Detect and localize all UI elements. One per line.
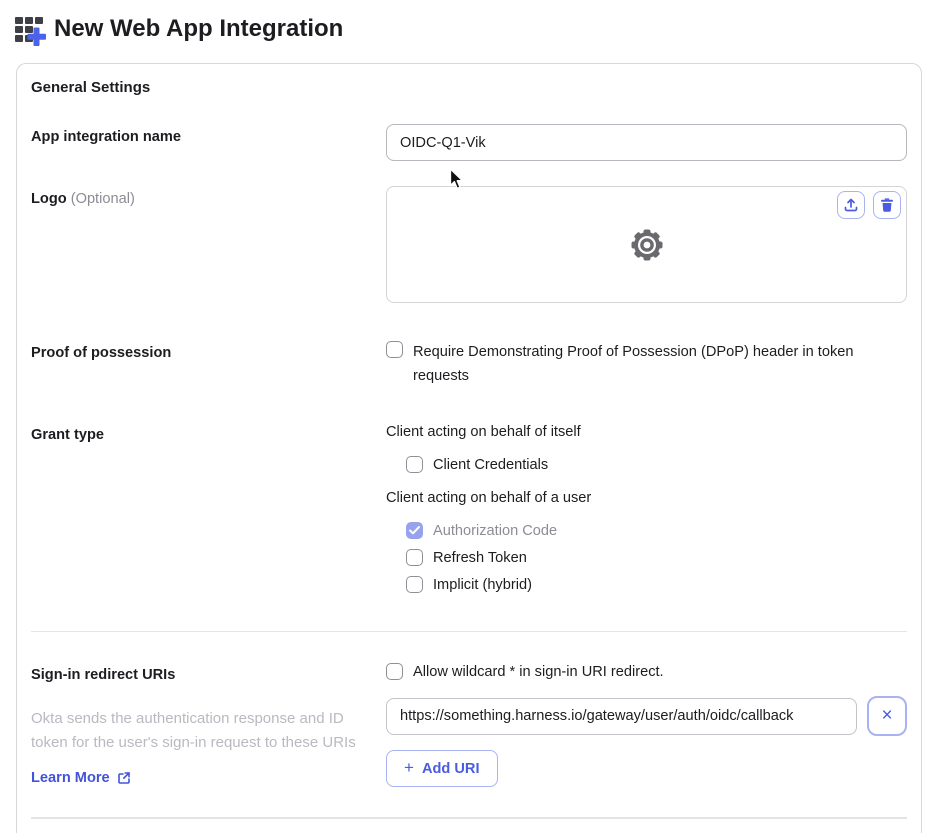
logo-upload-area[interactable] bbox=[386, 186, 907, 303]
grant-option-refresh-token[interactable]: Refresh Token bbox=[406, 548, 907, 568]
learn-more-label: Learn More bbox=[31, 770, 110, 786]
logo-label: Logo (Optional) bbox=[31, 191, 135, 207]
trash-icon bbox=[878, 196, 896, 214]
app-integration-name-input[interactable] bbox=[386, 124, 907, 161]
plus-icon: + bbox=[404, 758, 414, 777]
proof-of-possession-label: Proof of possession bbox=[31, 345, 172, 361]
redirect-uris-row: Sign-in redirect URIs Okta sends the aut… bbox=[31, 662, 907, 788]
proof-of-possession-row: Proof of possession Require Demonstratin… bbox=[31, 340, 907, 388]
checkmark-icon bbox=[409, 526, 420, 535]
close-icon: × bbox=[881, 704, 893, 726]
redirect-uris-left-col: Sign-in redirect URIs Okta sends the aut… bbox=[31, 662, 386, 788]
add-uri-label: Add URI bbox=[421, 760, 480, 777]
authorization-code-label: Authorization Code bbox=[433, 523, 558, 539]
grant-option-client-credentials[interactable]: Client Credentials bbox=[406, 455, 907, 475]
redirect-uri-item: × bbox=[386, 696, 907, 736]
grant-type-label: Grant type bbox=[31, 427, 104, 443]
gear-icon bbox=[627, 225, 667, 265]
logo-optional-label: (Optional) bbox=[70, 191, 135, 207]
logo-row: Logo (Optional) bbox=[31, 186, 907, 303]
grant-type-row: Grant type Client acting on behalf of it… bbox=[31, 422, 907, 602]
add-uri-button[interactable]: + Add URI bbox=[386, 750, 498, 787]
grant-option-implicit-hybrid[interactable]: Implicit (hybrid) bbox=[406, 575, 907, 595]
refresh-token-label: Refresh Token bbox=[433, 550, 527, 566]
redirect-uri-input[interactable] bbox=[386, 697, 857, 735]
section-title: General Settings bbox=[31, 79, 151, 96]
implicit-hybrid-checkbox[interactable] bbox=[406, 576, 423, 593]
redirect-uris-helper-text: Okta sends the authentication response a… bbox=[31, 710, 356, 751]
authorization-code-checkbox[interactable] bbox=[406, 522, 423, 539]
dpop-checkbox-row[interactable]: Require Demonstrating Proof of Possessio… bbox=[386, 340, 907, 388]
app-grid-plus-icon bbox=[12, 12, 46, 46]
grant-option-authorization-code[interactable]: Authorization Code bbox=[406, 521, 907, 541]
client-credentials-label: Client Credentials bbox=[433, 457, 549, 473]
grant-group-heading-itself: Client acting on behalf of itself bbox=[386, 424, 581, 440]
logo-upload-button[interactable] bbox=[837, 191, 865, 219]
refresh-token-checkbox[interactable] bbox=[406, 549, 423, 566]
page-header: New Web App Integration bbox=[0, 0, 937, 46]
learn-more-link[interactable]: Learn More bbox=[31, 768, 131, 788]
section-divider bbox=[31, 631, 907, 632]
redirect-uris-label: Sign-in redirect URIs bbox=[31, 667, 176, 683]
app-name-row: App integration name bbox=[31, 124, 907, 161]
wildcard-checkbox-row[interactable]: Allow wildcard * in sign-in URI redirect… bbox=[386, 662, 907, 682]
page-title: New Web App Integration bbox=[54, 15, 344, 42]
wildcard-checkbox-label: Allow wildcard * in sign-in URI redirect… bbox=[413, 664, 664, 680]
dpop-checkbox[interactable] bbox=[386, 341, 403, 358]
remove-uri-button[interactable]: × bbox=[867, 696, 907, 736]
external-link-icon bbox=[117, 771, 131, 785]
upload-icon bbox=[842, 196, 860, 214]
client-credentials-checkbox[interactable] bbox=[406, 456, 423, 473]
implicit-hybrid-label: Implicit (hybrid) bbox=[433, 577, 532, 593]
wildcard-checkbox[interactable] bbox=[386, 663, 403, 680]
dpop-checkbox-label: Require Demonstrating Proof of Possessio… bbox=[413, 344, 854, 384]
general-settings-card: General Settings App integration name Lo… bbox=[16, 63, 922, 833]
logo-delete-button[interactable] bbox=[873, 191, 901, 219]
grant-group-heading-user: Client acting on behalf of a user bbox=[386, 490, 592, 506]
app-name-label: App integration name bbox=[31, 129, 181, 145]
bottom-divider bbox=[31, 817, 907, 819]
